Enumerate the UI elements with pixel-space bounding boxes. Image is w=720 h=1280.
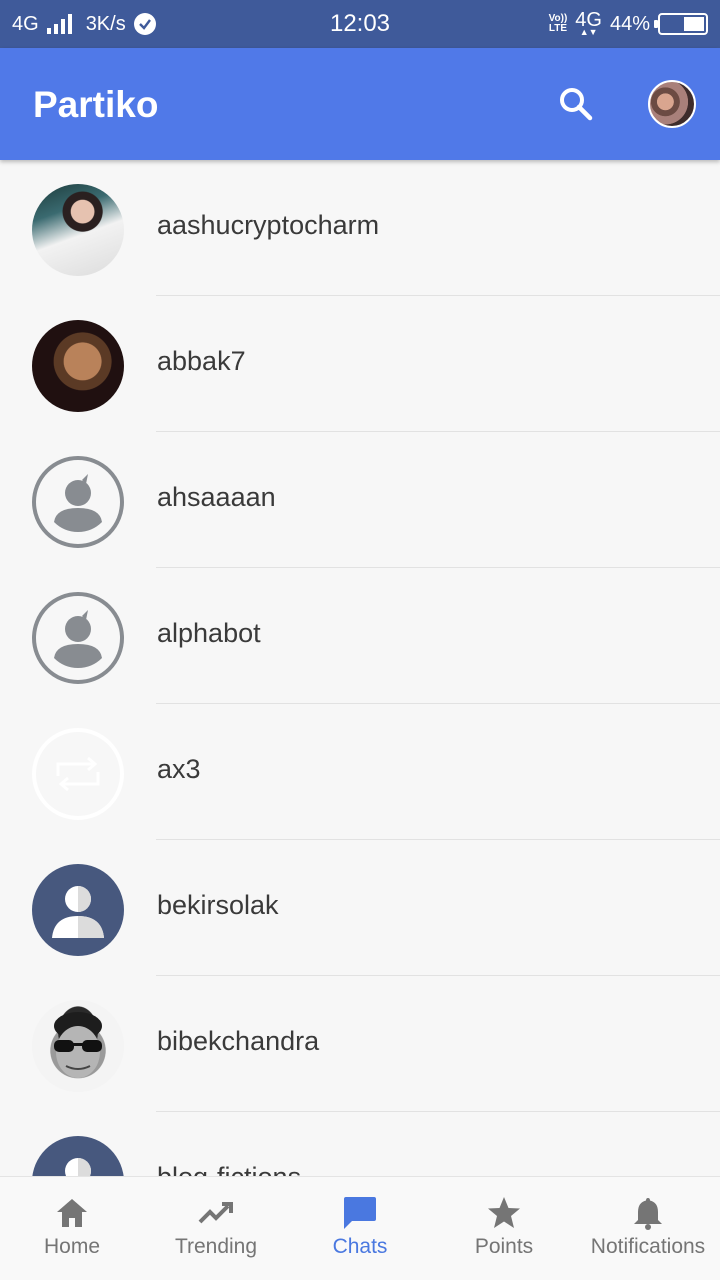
bell-icon	[630, 1195, 666, 1231]
chat-username: alphabot	[157, 618, 261, 648]
nav-chats[interactable]: Chats	[288, 1177, 432, 1280]
nav-home[interactable]: Home	[0, 1177, 144, 1280]
nav-trending-label: Trending	[174, 1235, 258, 1258]
user-avatar	[32, 1000, 124, 1092]
home-icon	[54, 1195, 90, 1231]
bottom-navigation: Home Trending Chats Points Notifications	[0, 1176, 720, 1280]
repost-icon	[32, 728, 124, 820]
search-icon	[560, 88, 593, 121]
chat-username: blog-fictions	[157, 1162, 301, 1176]
star-icon	[486, 1195, 522, 1231]
network-type-right-label: 4G	[575, 9, 602, 31]
chat-username: aashucryptocharm	[157, 210, 380, 240]
nav-points-label: Points	[474, 1235, 534, 1258]
app-bar: Partiko	[0, 48, 720, 160]
chat-username: bekirsolak	[157, 890, 279, 920]
chat-item[interactable]: ax3	[0, 704, 720, 840]
chat-item[interactable]: abbak7	[0, 296, 720, 432]
status-right: Vo)) LTE 4G ▲▼ 44%	[549, 0, 708, 48]
battery-icon	[654, 13, 708, 35]
user-avatar	[32, 184, 124, 276]
nav-points[interactable]: Points	[432, 1177, 576, 1280]
data-arrows-icon: ▲▼	[579, 27, 598, 37]
nav-notifications-label: Notifications	[590, 1235, 706, 1258]
default-avatar-icon	[32, 456, 124, 548]
nav-chats-label: Chats	[332, 1235, 388, 1258]
default-avatar-icon	[32, 864, 124, 956]
default-avatar-icon	[32, 1136, 124, 1176]
chat-icon	[342, 1195, 378, 1231]
battery-percent: 44%	[609, 12, 650, 35]
chat-username: abbak7	[157, 346, 246, 376]
chat-username: ax3	[157, 754, 201, 784]
chat-username: ahsaaaan	[157, 482, 276, 512]
chat-item[interactable]: bibekchandra	[0, 976, 720, 1112]
status-bar: 4G 3K/s 12:03 Vo)) LTE 4G ▲▼ 44%	[0, 0, 720, 48]
chat-item[interactable]: blog-fictions	[0, 1112, 720, 1176]
nav-trending[interactable]: Trending	[144, 1177, 288, 1280]
nav-home-label: Home	[43, 1235, 101, 1258]
network-type-right: 4G ▲▼	[575, 9, 602, 37]
nav-notifications[interactable]: Notifications	[576, 1177, 720, 1280]
trending-icon	[198, 1195, 234, 1231]
volte-bottom: LTE	[548, 23, 567, 34]
chat-item[interactable]: bekirsolak	[0, 840, 720, 976]
chat-list: aashucryptocharm abbak7 ahsaaaan alphabo…	[0, 160, 720, 1176]
default-avatar-icon	[32, 592, 124, 684]
chat-item[interactable]: alphabot	[0, 568, 720, 704]
chat-username: bibekchandra	[157, 1026, 320, 1056]
app-title: Partiko	[33, 84, 159, 125]
search-button[interactable]	[552, 80, 600, 128]
chat-item[interactable]: aashucryptocharm	[0, 160, 720, 296]
volte-icon: Vo)) LTE	[549, 14, 568, 34]
chat-item[interactable]: ahsaaaan	[0, 432, 720, 568]
user-avatar	[32, 320, 124, 412]
profile-avatar[interactable]	[648, 80, 696, 128]
